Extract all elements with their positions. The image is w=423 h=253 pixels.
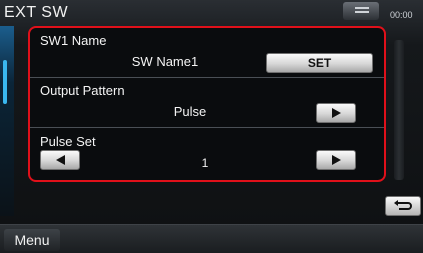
- pulse-set-row: Pulse Set 1: [30, 129, 384, 178]
- clock: 00:00: [390, 10, 413, 20]
- scrollbar[interactable]: [394, 40, 404, 180]
- page-title: EXT SW: [4, 4, 69, 21]
- output-pattern-row: Output Pattern Pulse: [30, 78, 384, 128]
- output-pattern-next-button[interactable]: [316, 103, 356, 123]
- return-icon: [394, 200, 412, 210]
- sw1-name-row: SW1 Name SW Name1 SET: [30, 28, 384, 78]
- arrow-right-icon: [331, 108, 341, 118]
- ext-sw-screen: EXT SW 00:00 SW1 Name SW Name1 SET Outpu…: [0, 0, 423, 253]
- pulse-set-label: Pulse Set: [40, 134, 96, 149]
- arrow-right-icon: [331, 155, 341, 165]
- set-button[interactable]: SET: [266, 53, 373, 73]
- pulse-set-prev-button[interactable]: [40, 150, 80, 170]
- menu-button[interactable]: Menu: [4, 229, 60, 251]
- sw1-name-value: SW Name1: [131, 54, 199, 69]
- back-button[interactable]: [385, 196, 421, 216]
- bottom-bar: Menu: [0, 224, 423, 253]
- settings-panel: SW1 Name SW Name1 SET Output Pattern Pul…: [28, 26, 386, 182]
- sw1-name-label: SW1 Name: [40, 33, 107, 48]
- pulse-set-next-button[interactable]: [316, 150, 356, 170]
- output-pattern-value: Pulse: [173, 104, 207, 119]
- side-accent-strip: [0, 26, 14, 216]
- arrow-left-icon: [55, 155, 65, 165]
- output-pattern-label: Output Pattern: [40, 83, 125, 98]
- list-icon[interactable]: [343, 2, 379, 20]
- pulse-set-value: 1: [201, 156, 209, 170]
